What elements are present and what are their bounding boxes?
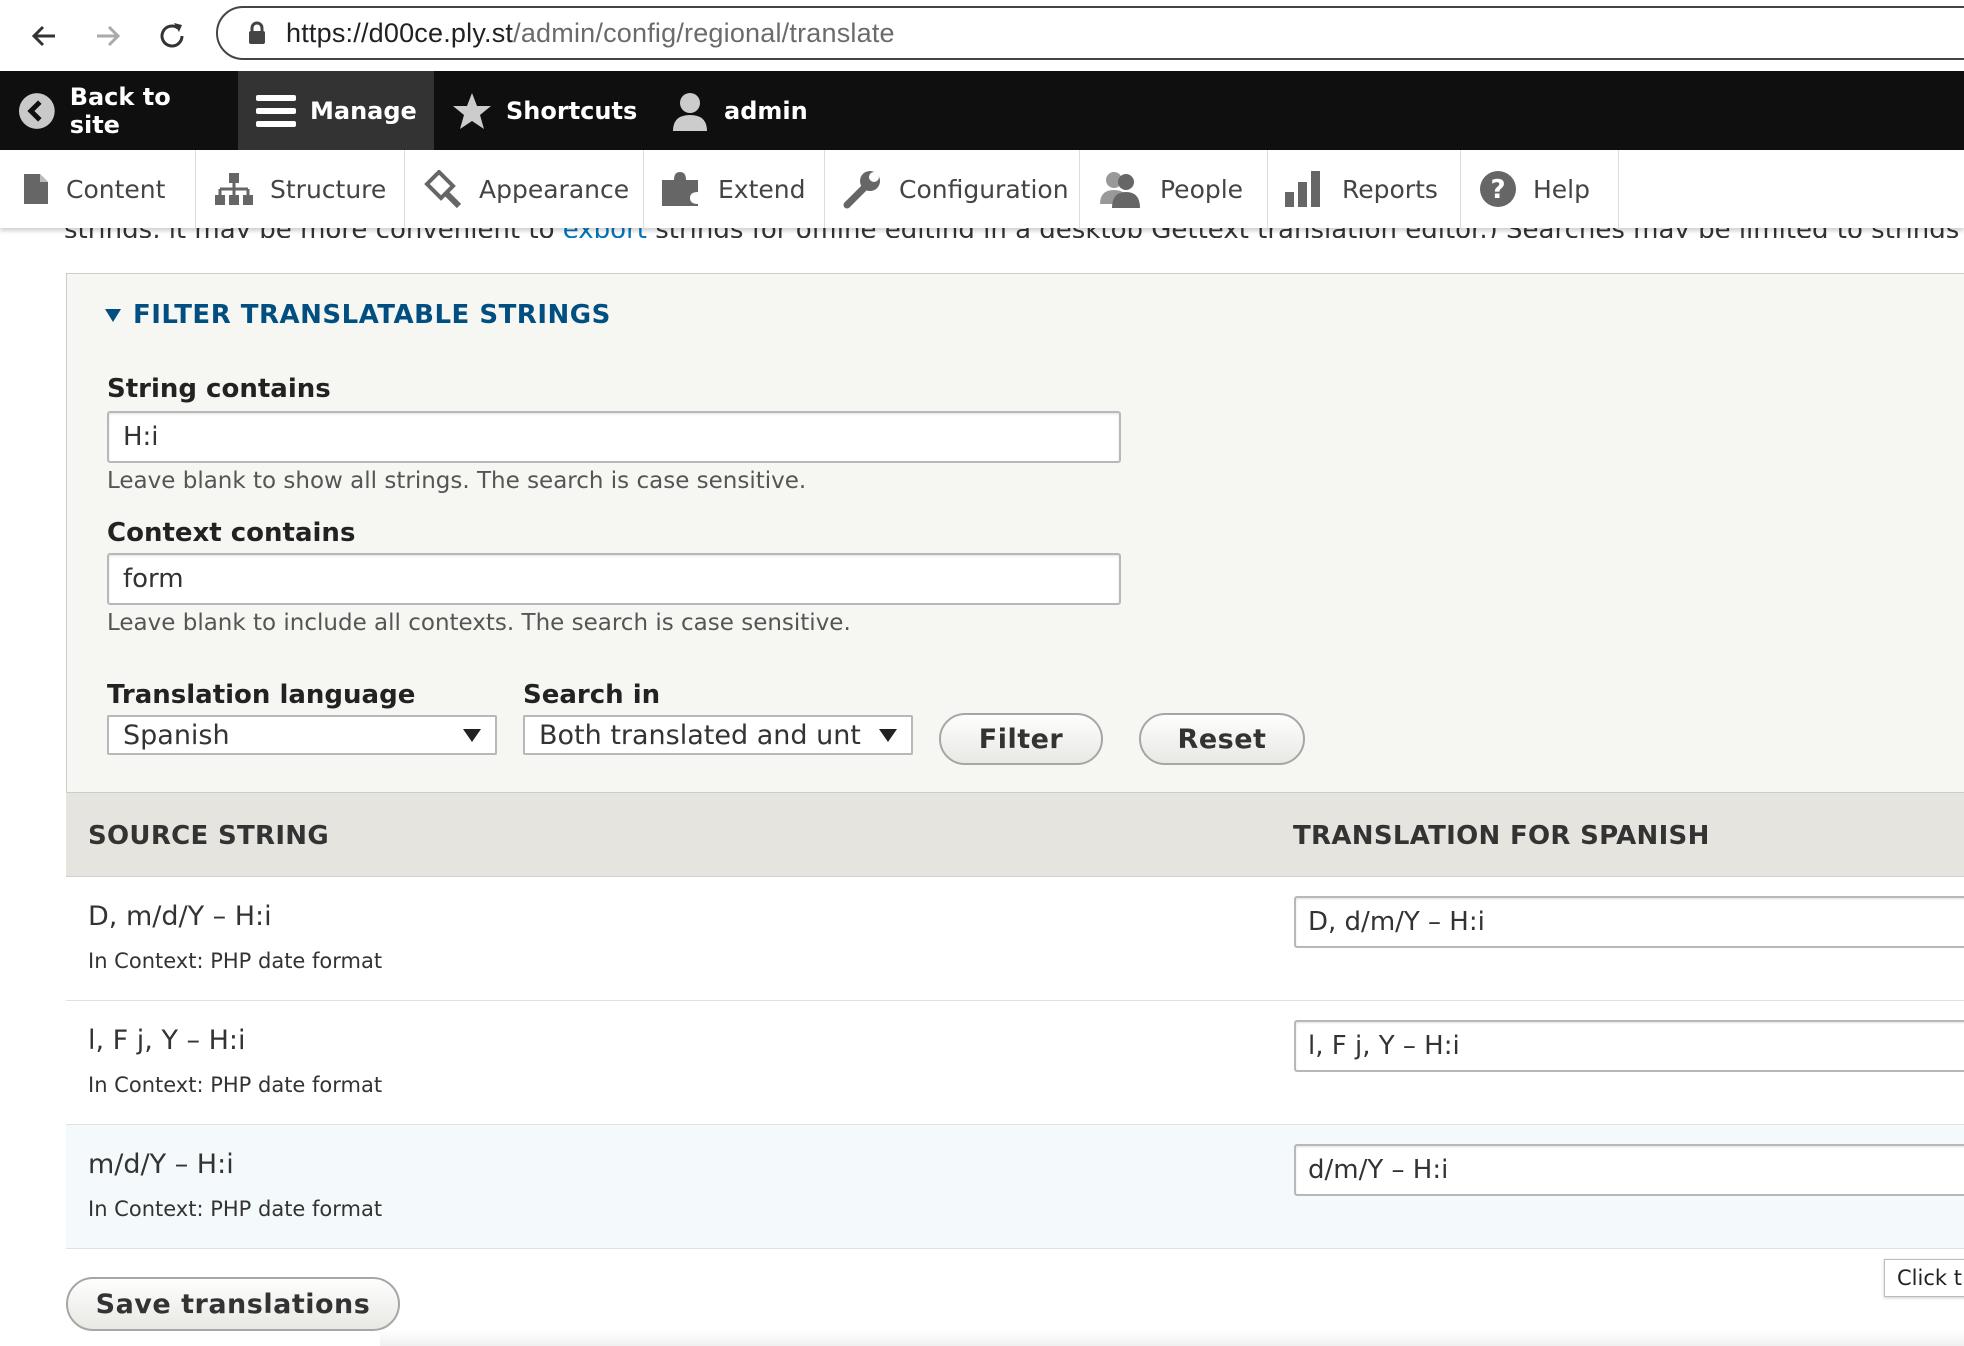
reset-button[interactable]: Reset [1139,713,1305,765]
tray-label-structure: Structure [270,174,387,204]
svg-text:?: ? [1490,175,1505,205]
dropdown-arrow-icon [879,729,897,742]
back-to-site-label: Back to site [69,82,171,139]
context-contains-input[interactable] [107,553,1121,605]
admin-tray: Content Structure Appearance Extend Conf… [0,150,1964,228]
chevron-left-circle-icon [18,92,55,129]
sitemap-icon [215,173,253,205]
source-string: D, m/d/Y – H:i [88,901,272,932]
file-icon [24,174,48,204]
tray-item-appearance[interactable]: Appearance [405,150,644,228]
dropdown-arrow-icon [463,729,481,742]
filter-button[interactable]: Filter [939,713,1103,765]
translation-language-select[interactable]: Spanish [107,715,497,755]
user-label: admin [724,96,808,125]
filter-fieldset: FILTER TRANSLATABLE STRINGS String conta… [66,273,1964,793]
bar-chart-icon [1285,171,1320,207]
people-icon [1100,172,1140,208]
translation-input[interactable] [1294,896,1964,948]
tray-label-extend: Extend [718,174,806,204]
url-path: /admin/config/regional/translate [513,17,895,48]
source-context: In Context: PHP date format [88,949,383,973]
translation-language-label: Translation language [107,680,416,710]
string-contains-label: String contains [107,374,331,404]
tray-item-configuration[interactable]: Configuration [825,150,1080,228]
context-contains-description: Leave blank to include all contexts. The… [107,610,851,636]
hamburger-icon [256,94,296,127]
shortcuts-tab[interactable]: Shortcuts [452,71,637,150]
back-to-site-link[interactable]: Back to site [18,71,228,150]
reload-icon[interactable] [152,16,192,56]
tooltip: Click t [1884,1259,1964,1297]
shortcuts-label: Shortcuts [506,96,638,125]
translation-input[interactable] [1294,1020,1964,1072]
filter-legend-toggle[interactable]: FILTER TRANSLATABLE STRINGS [105,300,611,330]
tray-item-structure[interactable]: Structure [196,150,405,228]
manage-tab[interactable]: Manage [238,71,434,150]
triangle-down-icon [105,308,121,322]
table-row: l, F j, Y – H:i In Context: PHP date for… [66,1001,1964,1125]
tray-label-content: Content [66,174,166,204]
tray-item-reports[interactable]: Reports [1268,150,1461,228]
translation-language-value: Spanish [123,719,230,751]
table-header: SOURCE STRING TRANSLATION FOR SPANISH [66,793,1964,877]
column-translation: TRANSLATION FOR SPANISH [1293,821,1710,851]
paintbrush-icon [424,170,462,208]
tray-item-people[interactable]: People [1080,150,1268,228]
tray-label-appearance: Appearance [479,174,630,204]
source-string: l, F j, Y – H:i [88,1025,246,1056]
tray-label-configuration: Configuration [899,174,1069,204]
tray-label-help: Help [1533,174,1590,204]
puzzle-icon [662,172,698,206]
star-icon [453,92,491,129]
browser-bar: https://d00ce.ply.st/admin/config/region… [0,0,1964,71]
search-in-label: Search in [523,680,661,710]
user-tab[interactable]: admin [670,71,808,150]
tray-item-content[interactable]: Content [0,150,196,228]
string-contains-description: Leave blank to show all strings. The sea… [107,468,807,494]
string-contains-input[interactable] [107,411,1121,463]
column-source-string: SOURCE STRING [88,821,330,851]
tray-label-people: People [1160,174,1244,204]
manage-label: Manage [310,96,417,125]
address-bar[interactable]: https://d00ce.ply.st/admin/config/region… [216,6,1964,60]
tray-item-help[interactable]: ? Help [1461,150,1619,228]
tray-item-extend[interactable]: Extend [644,150,825,228]
context-contains-label: Context contains [107,518,356,548]
admin-toolbar: Back to site Manage Shortcuts admin [0,71,1964,150]
help-icon: ? [1480,171,1516,207]
bottom-shadow [380,1330,1964,1346]
tray-label-reports: Reports [1342,174,1438,204]
url-host: https://d00ce.ply.st [286,17,514,48]
wrench-icon [843,171,880,209]
source-context: In Context: PHP date format [88,1073,383,1097]
source-context: In Context: PHP date format [88,1197,383,1221]
table-row: m/d/Y – H:i In Context: PHP date format [66,1125,1964,1249]
translation-input[interactable] [1294,1144,1964,1196]
search-in-select[interactable]: Both translated and untr [523,715,913,755]
lock-icon [242,18,272,48]
filter-legend-label: FILTER TRANSLATABLE STRINGS [133,300,611,330]
save-translations-button[interactable]: Save translations [66,1277,400,1331]
user-icon [673,92,707,131]
back-arrow-icon[interactable] [24,16,64,56]
search-in-value: Both translated and untr [539,719,861,751]
forward-arrow-icon[interactable] [88,16,128,56]
table-row: D, m/d/Y – H:i In Context: PHP date form… [66,877,1964,1001]
url-text: https://d00ce.ply.st/admin/config/region… [286,18,895,49]
source-string: m/d/Y – H:i [88,1149,234,1180]
